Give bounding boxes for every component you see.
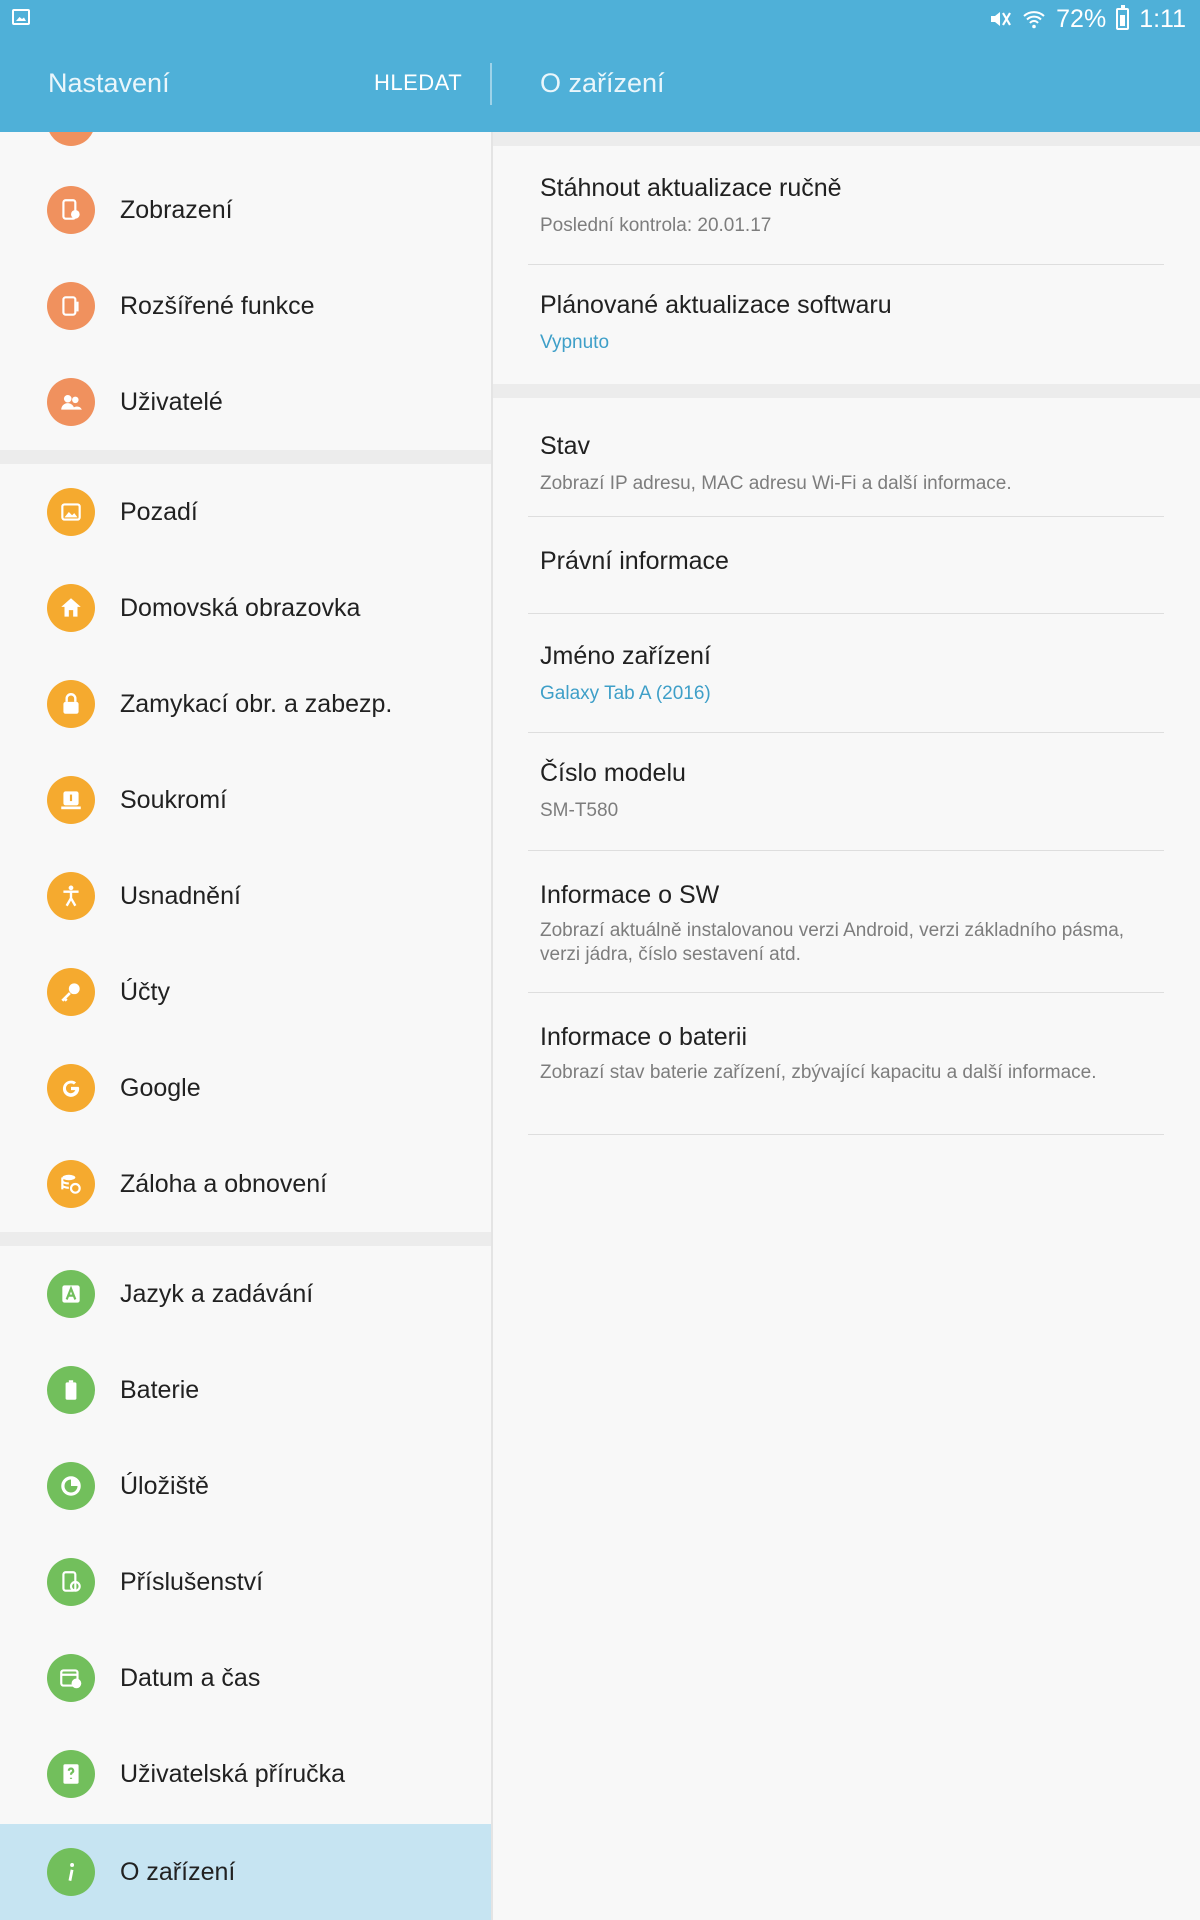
detail-title: Právní informace (540, 547, 729, 575)
sidebar-item-label: Uživatelé (120, 387, 223, 416)
section-separator (493, 384, 1200, 398)
detail-subtitle: Zobrazí stav baterie zařízení, zbývající… (540, 1062, 1097, 1083)
calendar-clock-icon (47, 1654, 95, 1702)
sidebar-item-date-time[interactable]: Datum a čas (0, 1630, 491, 1726)
row-divider (528, 1134, 1164, 1135)
detail-subtitle: Vypnuto (540, 332, 610, 353)
battery-settings-icon (47, 1366, 95, 1414)
sidebar-item-label: Zamykací obr. a zabezp. (120, 689, 393, 718)
download-updates-item[interactable]: Stáhnout aktualizace ručně Poslední kont… (493, 146, 1200, 264)
sidebar-item-accounts[interactable]: Účty (0, 944, 491, 1040)
detail-subtitle: SM-T580 (540, 800, 619, 821)
sidebar-item-storage[interactable]: Úložiště (0, 1438, 491, 1534)
detail-title: Jméno zařízení (540, 642, 711, 670)
legal-info-item[interactable]: Právní informace (493, 517, 1200, 613)
app-bar: 72% 1:11 Nastavení HLEDAT O zařízení (0, 0, 1200, 132)
status-item[interactable]: Stav Zobrazí IP adresu, MAC adresu Wi-Fi… (493, 398, 1200, 516)
sidebar-item-label: Zobrazení (120, 195, 233, 224)
battery-percent: 72% (1056, 4, 1107, 33)
sidebar-item-label: Příslušenství (120, 1567, 264, 1596)
sidebar-item-battery[interactable]: Baterie (0, 1342, 491, 1438)
sidebar-item-label: Google (120, 1073, 201, 1102)
sidebar-item-about-device[interactable]: O zařízení (0, 1824, 491, 1920)
detail-title: Informace o baterii (540, 1023, 748, 1051)
about-device-panel[interactable]: Stáhnout aktualizace ručně Poslední kont… (493, 132, 1200, 1920)
partial-menu-icon (47, 132, 95, 146)
detail-title: Stáhnout aktualizace ručně (540, 174, 842, 202)
sidebar-item-label: Úložiště (120, 1471, 209, 1500)
battery-info-item[interactable]: Informace o baterii Zobrazí stav baterie… (493, 993, 1200, 1134)
detail-title: Stav (540, 432, 591, 460)
sidebar-item-label: Uživatelská příručka (120, 1759, 346, 1788)
info-icon (47, 1848, 95, 1896)
privacy-icon (47, 776, 95, 824)
detail-title: Plánované aktualizace softwaru (540, 291, 892, 319)
sidebar-item-accessories[interactable]: Příslušenství (0, 1534, 491, 1630)
page-title: O zařízení (540, 68, 665, 98)
settings-title: Nastavení (48, 68, 170, 98)
advanced-features-icon (47, 282, 95, 330)
section-gap (493, 132, 1200, 146)
sidebar-item-label: Datum a čas (120, 1663, 261, 1692)
detail-subtitle: Zobrazí IP adresu, MAC adresu Wi-Fi a da… (540, 473, 1012, 494)
status-icons: 72% 1:11 (988, 4, 1186, 34)
group-separator (0, 450, 491, 464)
accessories-icon (47, 1558, 95, 1606)
settings-sidebar[interactable]: Zobrazení Rozšířené funkce Uživatelé Poz… (0, 132, 491, 1920)
sidebar-item-label: Jazyk a zadávání (120, 1279, 314, 1308)
sidebar-item-label: Účty (120, 977, 170, 1006)
search-button[interactable]: HLEDAT (374, 70, 462, 96)
lock-icon (47, 680, 95, 728)
sidebar-item-display[interactable]: Zobrazení (0, 162, 491, 258)
scheduled-updates-item[interactable]: Plánované aktualizace softwaru Vypnuto (493, 265, 1200, 384)
sidebar-item-label: Baterie (120, 1375, 200, 1404)
sidebar-item-label: Domovská obrazovka (120, 593, 361, 622)
wallpaper-icon (47, 488, 95, 536)
home-icon (47, 584, 95, 632)
sidebar-item-privacy[interactable]: Soukromí (0, 752, 491, 848)
sidebar-item-language[interactable]: Jazyk a zadávání (0, 1246, 491, 1342)
clock: 1:11 (1139, 4, 1186, 33)
sidebar-item-users[interactable]: Uživatelé (0, 354, 491, 450)
device-name-item[interactable]: Jméno zařízení Galaxy Tab A (2016) (493, 614, 1200, 732)
status-bar: 72% 1:11 (0, 0, 1200, 38)
model-number-item[interactable]: Číslo modelu SM-T580 (493, 733, 1200, 850)
sidebar-item-label: Rozšířené funkce (120, 291, 315, 320)
title-divider (490, 63, 492, 105)
help-icon (47, 1750, 95, 1798)
detail-subtitle: Zobrazí aktuálně instalovanou verzi Andr… (540, 920, 1125, 965)
sidebar-item-wallpaper[interactable]: Pozadí (0, 464, 491, 560)
google-icon (47, 1064, 95, 1112)
users-icon (47, 378, 95, 426)
accessibility-icon (47, 872, 95, 920)
title-bar: Nastavení HLEDAT O zařízení (0, 38, 1200, 132)
display-settings-icon (47, 186, 95, 234)
gallery-notification-icon (12, 9, 30, 25)
key-icon (47, 968, 95, 1016)
battery-icon (1116, 5, 1130, 30)
storage-icon (47, 1462, 95, 1510)
sidebar-item-google[interactable]: Google (0, 1040, 491, 1136)
detail-subtitle: Galaxy Tab A (2016) (540, 683, 711, 704)
sidebar-item-user-manual[interactable]: Uživatelská příručka (0, 1726, 491, 1822)
mute-icon (988, 7, 1012, 31)
language-icon (47, 1270, 95, 1318)
group-separator (0, 1232, 491, 1246)
sidebar-item-label: O zařízení (120, 1857, 236, 1886)
backup-icon (47, 1160, 95, 1208)
sidebar-item-label: Usnadnění (120, 881, 241, 910)
sidebar-item-advanced-features[interactable]: Rozšířené funkce (0, 258, 491, 354)
detail-subtitle: Poslední kontrola: 20.01.17 (540, 215, 772, 236)
sidebar-item-home-screen[interactable]: Domovská obrazovka (0, 560, 491, 656)
software-info-item[interactable]: Informace o SW Zobrazí aktuálně instalov… (493, 851, 1200, 992)
sidebar-item-label: Pozadí (120, 497, 198, 526)
detail-title: Číslo modelu (540, 759, 686, 787)
sidebar-item-label: Soukromí (120, 785, 227, 814)
sidebar-item-accessibility[interactable]: Usnadnění (0, 848, 491, 944)
sidebar-item-backup[interactable]: Záloha a obnovení (0, 1136, 491, 1232)
wifi-icon (1022, 7, 1046, 31)
sidebar-item-lock-screen[interactable]: Zamykací obr. a zabezp. (0, 656, 491, 752)
detail-title: Informace o SW (540, 881, 720, 909)
sidebar-item-label: Záloha a obnovení (120, 1169, 328, 1198)
